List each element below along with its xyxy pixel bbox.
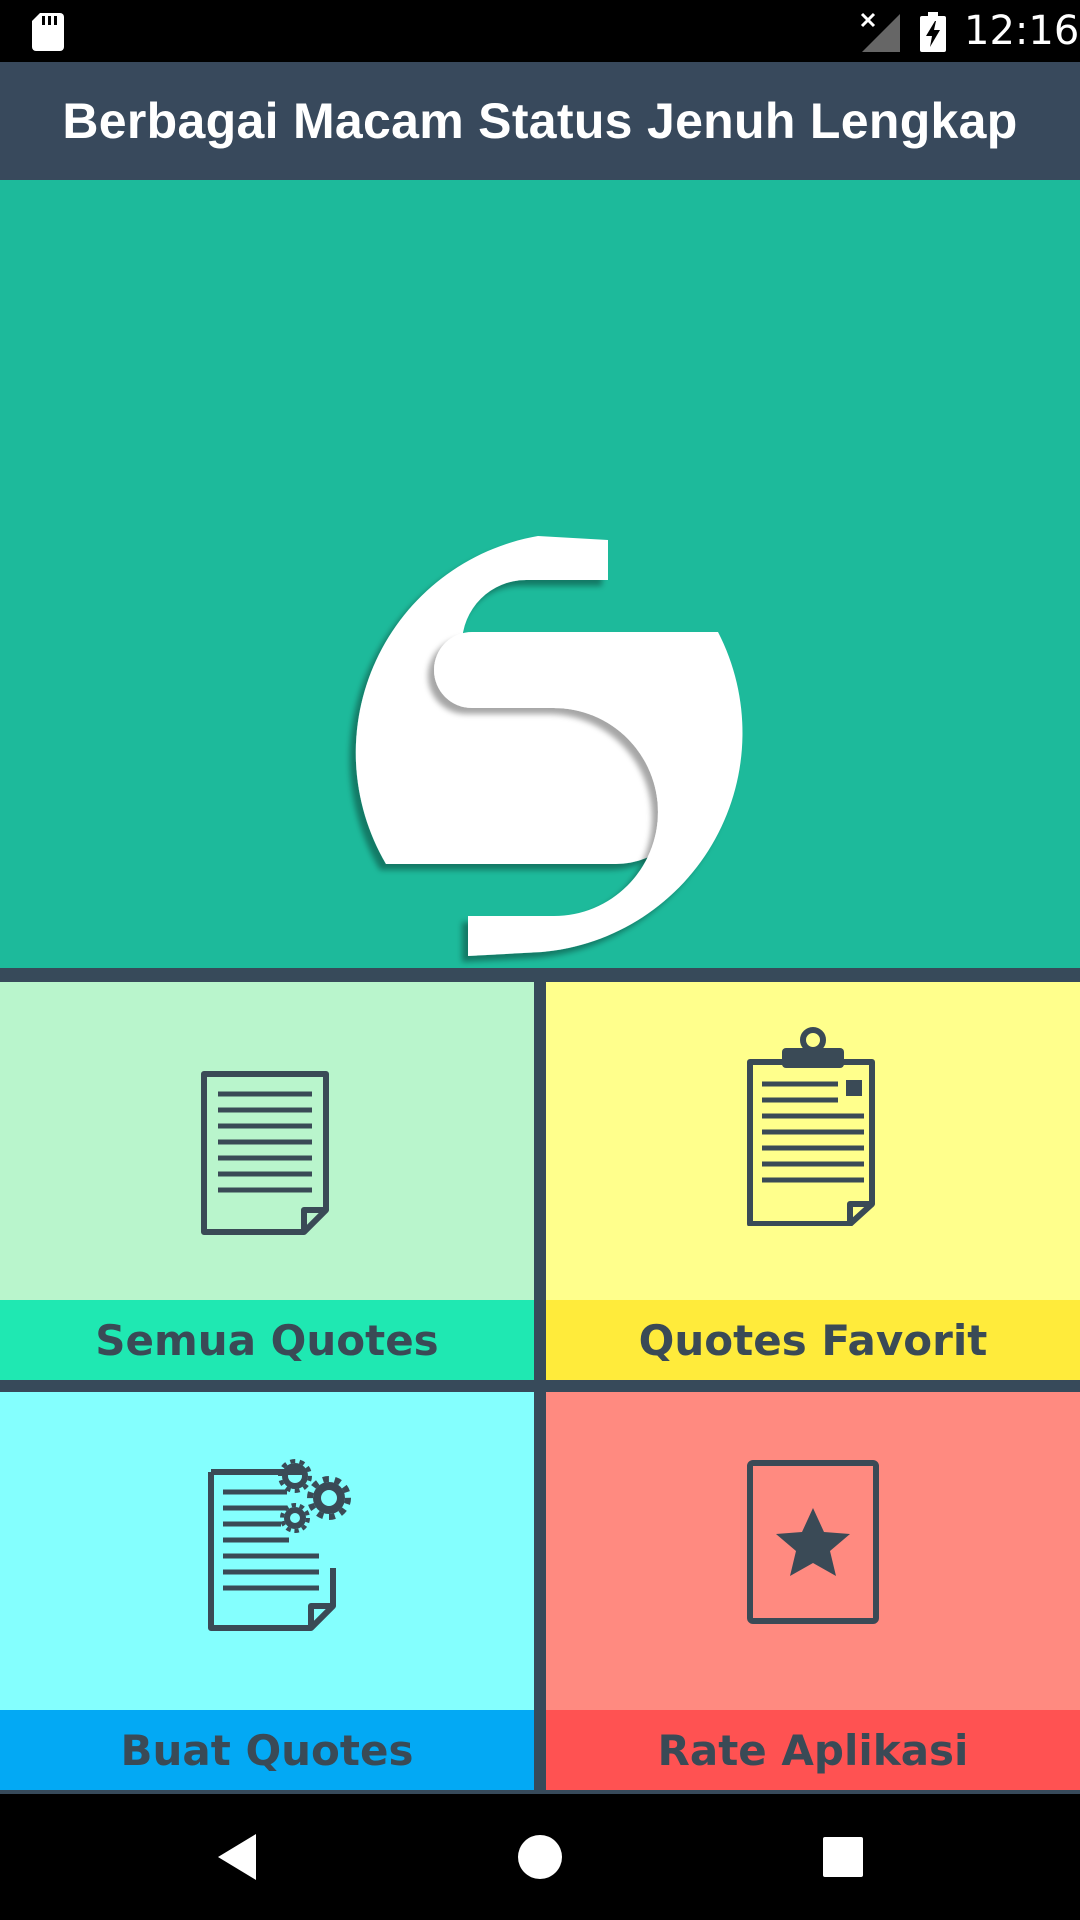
status-bar: 12:16	[0, 0, 1080, 62]
hero-banner	[0, 180, 1080, 968]
battery-charging-icon	[920, 12, 946, 52]
menu-grid: Semua Quotes Quotes Favorit Buat Quotes …	[0, 968, 1080, 1794]
back-icon[interactable]	[204, 1824, 270, 1890]
tile-rate-aplikasi[interactable]: Rate Aplikasi	[546, 1392, 1080, 1790]
clipboard-icon	[747, 1027, 875, 1226]
app-bar: Berbagai Macam Status Jenuh Lengkap	[0, 62, 1080, 180]
home-icon[interactable]	[507, 1824, 573, 1890]
document-settings-icon	[208, 1459, 351, 1631]
sd-card-icon	[32, 13, 64, 51]
navigation-bar	[0, 1794, 1080, 1920]
document-icon	[201, 1071, 329, 1235]
tile-label: Quotes Favorit	[546, 1300, 1080, 1380]
recents-icon[interactable]	[810, 1824, 876, 1890]
app-title: Berbagai Macam Status Jenuh Lengkap	[62, 93, 1018, 149]
tile-semua-quotes[interactable]: Semua Quotes	[0, 982, 534, 1380]
no-signal-icon	[860, 12, 900, 52]
tile-label: Rate Aplikasi	[546, 1710, 1080, 1790]
star-card-icon	[747, 1460, 879, 1624]
s-logo-icon	[355, 536, 743, 956]
tile-buat-quotes[interactable]: Buat Quotes	[0, 1392, 534, 1790]
clock: 12:16	[964, 8, 1080, 54]
tile-label: Semua Quotes	[0, 1300, 534, 1380]
tile-quotes-favorit[interactable]: Quotes Favorit	[546, 982, 1080, 1380]
tile-label: Buat Quotes	[0, 1710, 534, 1790]
